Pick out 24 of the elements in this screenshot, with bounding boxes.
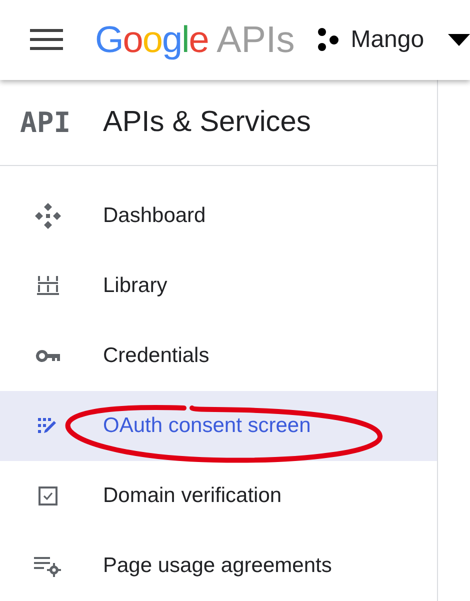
diamond-dots-icon [34, 202, 62, 230]
nav-item[interactable]: OAuth consent screen [0, 391, 437, 461]
nav-label: OAuth consent screen [103, 414, 311, 438]
api-label: API [20, 106, 71, 139]
nav-item[interactable]: Library [0, 251, 437, 321]
nav-label: Domain verification [103, 484, 282, 508]
nav-item[interactable]: Dashboard [0, 181, 437, 251]
edit-list-icon [38, 417, 58, 435]
nav-item[interactable]: Page usage agreements [0, 531, 437, 601]
nav-item[interactable]: Domain verification [0, 461, 437, 531]
logo[interactable]: Google APIs [95, 19, 295, 61]
caret-icon [448, 34, 470, 46]
nav-item[interactable]: Credentials [0, 321, 437, 391]
nav-label: Dashboard [103, 204, 206, 228]
nav-label: Library [103, 274, 168, 298]
project-selector[interactable]: Mango [316, 26, 470, 54]
list-settings-icon [34, 555, 62, 577]
nav-label: Page usage agreements [103, 554, 332, 578]
nav-label: Credentials [103, 344, 210, 368]
library-icon [36, 274, 60, 298]
checkbox-icon [38, 486, 58, 506]
menu-icon[interactable] [29, 27, 65, 53]
section-title: APIs & Services [103, 106, 311, 139]
key-icon [34, 349, 60, 363]
